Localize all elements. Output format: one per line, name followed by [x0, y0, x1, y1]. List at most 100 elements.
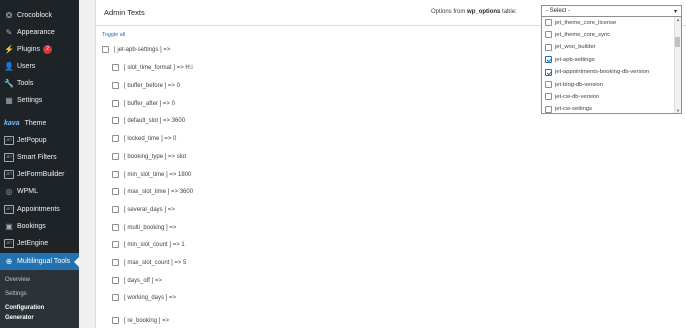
setting-checkbox[interactable] [112, 117, 119, 124]
sidebar-item-label: Bookings [17, 223, 46, 230]
sidebar-item-smart-filters[interactable]: JET Smart Filters [0, 149, 79, 166]
setting-row[interactable]: [ days_off ] => [112, 277, 162, 284]
setting-row[interactable]: [ locked_time ] => 0 [112, 135, 176, 142]
setting-checkbox[interactable] [112, 241, 119, 248]
setting-checkbox[interactable] [112, 100, 119, 107]
setting-label: [ multi_booking ] => [124, 224, 177, 231]
setting-checkbox[interactable] [112, 82, 119, 89]
sidebar-item-appointments[interactable]: JET Appointments [0, 201, 79, 218]
sidebar-item-label: Users [17, 63, 36, 70]
sidebar-item-settings[interactable]: ▦ Settings [0, 92, 79, 109]
setting-checkbox[interactable] [112, 135, 119, 142]
setting-row[interactable]: [ slot_time_format ] => H:i [112, 64, 193, 71]
scroll-up-icon[interactable]: ▲ [676, 17, 680, 22]
sidebar-item-jetformbuilder[interactable]: JET JetFormBuilder [0, 166, 79, 183]
dropdown-option[interactable]: jet-cw-db-version [545, 93, 600, 101]
setting-row[interactable]: [ re_booking ] => [112, 317, 169, 324]
setting-label: [ several_days ] => [124, 206, 175, 213]
admin-sidebar: ❂ Crocoblock ✎ Appearance ⚡ Plugins 2 👤 … [0, 0, 79, 328]
setting-checkbox[interactable] [112, 206, 119, 213]
sidebar-item-wpml[interactable]: ◎ WPML [0, 183, 79, 200]
option-label: jet_theme_core_sync [555, 31, 611, 38]
option-checkbox-checked[interactable] [545, 56, 552, 64]
option-checkbox[interactable] [545, 93, 552, 101]
dropdown-option[interactable]: jet_theme_core_license [545, 19, 616, 26]
setting-checkbox[interactable] [112, 153, 119, 160]
setting-row[interactable]: [ buffer_before ] => 0 [112, 82, 180, 89]
option-label: jet_theme_core_license [555, 19, 617, 26]
scroll-thumb[interactable] [675, 37, 680, 47]
option-checkbox[interactable] [545, 43, 552, 51]
dropdown-option[interactable]: jet_woo_builder [545, 43, 596, 51]
chevron-down-icon: ▾ [673, 9, 677, 15]
sidebar-item-label: Smart Filters [17, 154, 57, 161]
setting-checkbox[interactable] [112, 294, 119, 301]
setting-checkbox[interactable] [112, 224, 119, 231]
scroll-down-icon[interactable]: ▼ [676, 108, 680, 113]
setting-row[interactable]: [ working_days ] => [112, 294, 176, 301]
wp-options-dropdown[interactable]: jet_theme_core_license jet_theme_core_syn… [541, 16, 682, 114]
setting-row[interactable]: [ jet-apb-settings ] => [102, 46, 170, 53]
setting-checkbox[interactable] [112, 188, 119, 195]
setting-row[interactable]: [ min_slot_count ] => 1 [112, 241, 185, 248]
options-label: Options from wp_options table: [431, 9, 517, 15]
setting-row[interactable]: [ min_slot_time ] => 1800 [112, 171, 191, 178]
sidebar-item-crocoblock[interactable]: ❂ Crocoblock [0, 7, 79, 24]
setting-row[interactable]: [ multi_booking ] => [112, 224, 176, 231]
option-checkbox-checked[interactable] [545, 68, 552, 76]
sidebar-item-plugins[interactable]: ⚡ Plugins 2 [0, 41, 79, 58]
setting-checkbox[interactable] [102, 46, 109, 53]
submenu-item-configuration[interactable]: Configuration [5, 305, 44, 311]
sidebar-item-tools[interactable]: 🔧 Tools [0, 75, 79, 92]
dropdown-option[interactable]: jet-blog-db-version [545, 81, 603, 88]
setting-label: [ slot_time_format ] => H:i [124, 64, 193, 71]
setting-checkbox[interactable] [112, 259, 119, 266]
setting-row[interactable]: [ booking_type ] => slot [112, 153, 186, 160]
jetengine-icon: JET [4, 239, 14, 248]
dropdown-option[interactable]: jet_theme_core_sync [545, 31, 611, 39]
option-label: jet_woo_builder [555, 44, 596, 51]
toggle-all-link[interactable]: Toggle all [102, 32, 125, 38]
user-icon: 👤 [4, 62, 14, 71]
setting-checkbox[interactable] [112, 317, 119, 324]
setting-label: [ min_slot_count ] => 1 [124, 241, 185, 248]
submenu-item-generator[interactable]: Generator [5, 315, 34, 321]
appointments-icon: JET [4, 205, 14, 214]
setting-row[interactable]: [ max_slot_time ] => 3600 [112, 188, 193, 195]
submenu-item-overview[interactable]: Overview [5, 277, 30, 283]
sidebar-item-users[interactable]: 👤 Users [0, 58, 79, 75]
submenu-item-settings[interactable]: Settings [5, 291, 27, 297]
sidebar-item-jetengine[interactable]: JET JetEngine [0, 235, 79, 252]
sidebar-item-jetpopup[interactable]: JET JetPopup [0, 132, 79, 149]
option-checkbox[interactable] [545, 31, 552, 39]
sidebar-item-multilingual-tools[interactable]: ⊕ Multilingual Tools [0, 253, 79, 270]
setting-label: [ max_slot_time ] => 3600 [124, 188, 194, 195]
multilingual-tools-icon: ⊕ [5, 257, 13, 266]
setting-row[interactable]: [ max_slot_count ] => 5 [112, 259, 186, 266]
setting-checkbox[interactable] [112, 64, 119, 71]
dropdown-scrollbar[interactable]: ▲ ▼ [674, 17, 681, 113]
dropdown-option[interactable]: jet-appointments-booking-db-version [545, 68, 649, 76]
paintbrush-icon: ✎ [5, 28, 13, 37]
setting-checkbox[interactable] [112, 277, 119, 284]
update-count-badge: 2 [42, 45, 53, 54]
sidebar-item-theme[interactable]: kava Theme [0, 115, 79, 132]
sidebar-item-bookings[interactable]: ▣ Bookings [0, 218, 79, 235]
setting-checkbox[interactable] [112, 171, 119, 178]
setting-label: [ working_days ] => [124, 294, 177, 301]
setting-label: [ re_booking ] => [124, 317, 170, 324]
setting-row[interactable]: [ default_slot ] => 3600 [112, 117, 185, 124]
sidebar-item-label: Plugins [17, 46, 40, 53]
dropdown-option[interactable]: jet-cw-settings [545, 105, 592, 113]
dropdown-option[interactable]: jet-apb-settings [545, 56, 595, 64]
setting-label: [ buffer_after ] => 0 [124, 100, 175, 107]
settings-icon: ▦ [5, 96, 13, 105]
option-checkbox[interactable] [545, 105, 552, 113]
sidebar-item-label: Appearance [17, 29, 55, 36]
setting-row[interactable]: [ buffer_after ] => 0 [112, 100, 175, 107]
sidebar-item-appearance[interactable]: ✎ Appearance [0, 24, 79, 41]
setting-row[interactable]: [ several_days ] => [112, 206, 175, 213]
option-checkbox[interactable] [545, 81, 552, 88]
option-checkbox[interactable] [545, 19, 552, 26]
option-label: jet-cw-db-version [555, 93, 600, 100]
